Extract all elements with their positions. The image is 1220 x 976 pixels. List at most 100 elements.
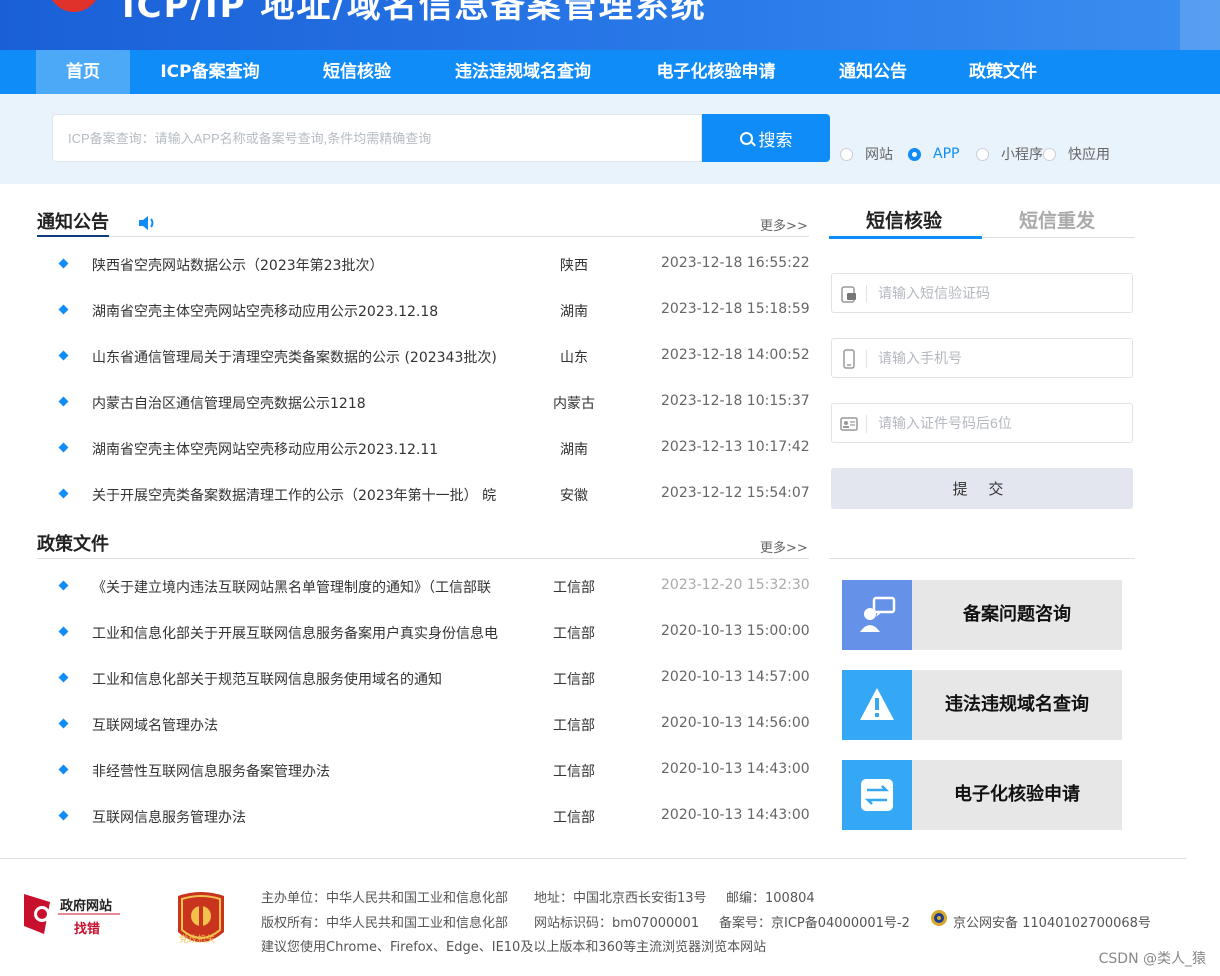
list-item[interactable]: 湖南省空壳主体空壳网站空壳移动应用公示2023.12.11 湖南 2023-12-1…: [58, 439, 810, 459]
gov-logo-subtitle: 找错: [74, 922, 101, 937]
item-date: 2020-10-13 14:56:00: [661, 715, 810, 731]
list-item[interactable]: 非经营性互联网信息服务备案管理办法 工信部 2020-10-13 14:43:00: [58, 761, 810, 781]
search-icon: [739, 131, 753, 145]
list-item[interactable]: 湖南省空壳主体空壳网站空壳移动应用公示2023.12.18 湖南 2023-12-1…: [58, 301, 810, 321]
nav-item-illegal-domain[interactable]: 违法违规域名查询: [440, 50, 606, 94]
sms-code-field: [831, 273, 1133, 313]
item-title-link[interactable]: 《关于建立境内违法互联网站黑名单管理制度的通知》（工信部联: [92, 577, 502, 597]
bullet-icon: [58, 488, 69, 499]
list-item[interactable]: 关于开展空壳类备案数据清理工作的公示（2023年第十一批） 皖 安徽 2023-12…: [58, 485, 810, 505]
exchange-icon: [842, 760, 912, 830]
field-separator: [866, 285, 867, 303]
radio-app[interactable]: APP: [908, 145, 959, 163]
radio-circle: [1043, 147, 1056, 161]
card-illegal-domain-label: 违法违规域名查询: [945, 694, 1089, 715]
radio-miniprogram[interactable]: 小程序: [976, 145, 1043, 163]
item-title-link[interactable]: 湖南省空壳主体空壳网站空壳移动应用公示2023.12.11: [92, 439, 502, 459]
radio-circle: [840, 147, 853, 161]
notices-divider: [37, 236, 809, 237]
id-card-icon: [840, 417, 858, 431]
radio-website[interactable]: 网站: [840, 145, 893, 163]
list-item[interactable]: 《关于建立境内违法互联网站黑名单管理制度的通知》（工信部联 工信部 2023-12-…: [58, 577, 810, 597]
tab-sms-resend[interactable]: 短信重发: [1019, 206, 1095, 233]
radio-label: 快应用: [1068, 147, 1110, 163]
nav-item-notices[interactable]: 通知公告: [826, 50, 920, 94]
id-suffix-input[interactable]: [878, 404, 1128, 442]
search-button[interactable]: 搜索: [702, 114, 830, 162]
list-item[interactable]: 工业和信息化部关于规范互联网信息服务使用域名的通知 工信部 2020-10-13 1…: [58, 669, 810, 689]
nav-item-sms-verify[interactable]: 短信核验: [306, 50, 408, 94]
item-region: 工信部: [553, 764, 595, 780]
card-consult[interactable]: 备案问题咨询: [842, 580, 1122, 650]
footer-police-link[interactable]: 京公网安备 11040102700068号: [953, 912, 1151, 931]
nav-item-e-verify[interactable]: 电子化核验申请: [642, 50, 790, 94]
item-date: 2023-12-18 10:15:37: [661, 393, 810, 409]
radio-circle: [908, 147, 921, 161]
list-item[interactable]: 内蒙古自治区通信管理局空壳数据公示1218 内蒙古 2023-12-18 10:15…: [58, 393, 810, 413]
bullet-icon: [58, 626, 69, 637]
nav-item-icp-query[interactable]: ICP备案查询: [144, 50, 276, 94]
phone-field: [831, 338, 1133, 378]
search-input[interactable]: [52, 114, 702, 162]
csdn-watermark: CSDN @类人_猿: [1098, 951, 1206, 967]
item-title-link[interactable]: 互联网信息服务管理办法: [92, 807, 502, 827]
nav-item-home[interactable]: 首页: [36, 50, 130, 94]
footer-site-code: 网站标识码：bm07000001: [534, 916, 700, 931]
footer-address: 地址：中国北京西长安街13号: [534, 891, 707, 906]
panel-divider: [829, 558, 1135, 559]
item-date: 2023-12-18 16:55:22: [661, 255, 810, 271]
card-e-verify[interactable]: 电子化核验申请: [842, 760, 1122, 830]
list-item[interactable]: 陕西省空壳网站数据公示（2023年第23批次） 陕西 2023-12-18 16:5…: [58, 255, 810, 275]
bullet-icon: [58, 350, 69, 361]
list-item[interactable]: 互联网信息服务管理办法 工信部 2020-10-13 14:43:00: [58, 807, 810, 827]
item-title-link[interactable]: 内蒙古自治区通信管理局空壳数据公示1218: [92, 393, 502, 413]
footer-postcode: 邮编：100804: [726, 891, 815, 906]
item-title-link[interactable]: 工业和信息化部关于开展互联网信息服务备案用户真实身份信息电: [92, 623, 502, 643]
nav-item-policies[interactable]: 政策文件: [956, 50, 1050, 94]
tab-sms-verify[interactable]: 短信核验: [866, 206, 942, 233]
policies-divider: [37, 558, 809, 559]
item-date: 2020-10-13 15:00:00: [661, 623, 810, 639]
item-date: 2023-12-13 10:17:42: [661, 439, 810, 455]
bullet-icon: [58, 672, 69, 683]
item-date: 2023-12-18 14:00:52: [661, 347, 810, 363]
item-title-link[interactable]: 陕西省空壳网站数据公示（2023年第23批次）: [92, 255, 502, 275]
item-region: 工信部: [553, 580, 595, 596]
item-region: 湖南: [560, 442, 588, 458]
sms-code-input[interactable]: [878, 274, 1128, 312]
header-decoration: [1180, 0, 1220, 50]
footer-icp-link[interactable]: 备案号：京ICP备04000001号-2: [719, 912, 910, 931]
item-title-link[interactable]: 工业和信息化部关于规范互联网信息服务使用域名的通知: [92, 669, 502, 689]
phone-icon: [843, 349, 855, 369]
item-date: 2020-10-13 14:57:00: [661, 669, 810, 685]
badge-text: 党政机关: [179, 935, 216, 945]
radio-quickapp[interactable]: 快应用: [1043, 145, 1110, 163]
radio-label: APP: [933, 146, 960, 162]
list-item[interactable]: 山东省通信管理局关于清理空壳类备案数据的公示 (202343批次) 山东 2023-…: [58, 347, 810, 367]
submit-button[interactable]: 提 交: [831, 468, 1133, 509]
item-region: 山东: [560, 350, 588, 366]
item-title-link[interactable]: 湖南省空壳主体空壳网站空壳移动应用公示2023.12.18: [92, 301, 502, 321]
bullet-icon: [58, 258, 69, 269]
warning-icon: [842, 670, 912, 740]
item-title-link[interactable]: 非经营性互联网信息服务备案管理办法: [92, 761, 502, 781]
phone-input[interactable]: [878, 339, 1128, 377]
policies-more-link[interactable]: 更多>>: [760, 537, 808, 556]
main-nav: 首页 ICP备案查询 短信核验 违法违规域名查询 电子化核验申请 通知公告 政策…: [0, 50, 1220, 94]
item-title-link[interactable]: 互联网域名管理办法: [92, 715, 502, 735]
list-item[interactable]: 互联网域名管理办法 工信部 2020-10-13 14:56:00: [58, 715, 810, 735]
item-title-link[interactable]: 山东省通信管理局关于清理空壳类备案数据的公示 (202343批次): [92, 347, 502, 367]
item-region: 工信部: [553, 718, 595, 734]
card-illegal-domain[interactable]: 违法违规域名查询: [842, 670, 1122, 740]
item-title-link[interactable]: 关于开展空壳类备案数据清理工作的公示（2023年第十一批） 皖: [92, 485, 502, 505]
bullet-icon: [58, 304, 69, 315]
card-consult-label: 备案问题咨询: [963, 604, 1071, 625]
id-field: [831, 403, 1133, 443]
notices-more-link[interactable]: 更多>>: [760, 215, 808, 234]
list-item[interactable]: 工业和信息化部关于开展互联网信息服务备案用户真实身份信息电 工信部 2020-10-…: [58, 623, 810, 643]
item-region: 内蒙古: [553, 396, 595, 412]
speaker-icon: [139, 216, 154, 230]
notices-title-underline: [37, 235, 109, 237]
item-date: 2020-10-13 14:43:00: [661, 761, 810, 777]
bullet-icon: [58, 718, 69, 729]
